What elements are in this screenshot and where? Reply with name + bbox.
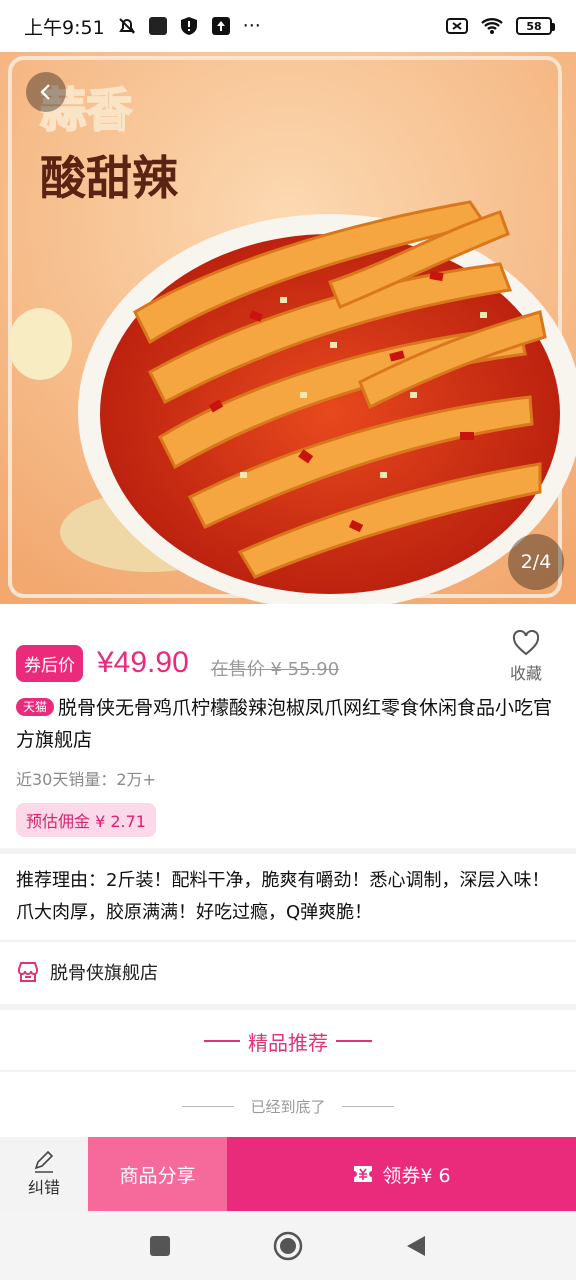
report-error-button[interactable]: 纠错	[0, 1137, 88, 1211]
report-label: 纠错	[27, 1178, 60, 1197]
coupon-price-tag: 券后价	[16, 644, 83, 682]
battery-icon: 58	[516, 17, 555, 35]
shield-icon	[180, 17, 197, 35]
status-bar: 上午9:51 ··· 58	[0, 0, 576, 52]
coupon-label: 领券¥ 6	[382, 1164, 451, 1187]
mute-icon	[118, 18, 135, 34]
nav-back-icon[interactable]	[405, 1234, 427, 1258]
status-left: 上午9:51 ···	[24, 13, 261, 40]
favorite-label: 收藏	[509, 664, 542, 683]
section-title-text: 精品推荐	[248, 1030, 328, 1055]
bottom-action-bar: 纠错 商品分享 领券¥ 6	[0, 1137, 576, 1211]
end-line	[341, 1106, 394, 1107]
status-time: 上午9:51	[24, 16, 105, 39]
get-coupon-button[interactable]: 领券¥ 6	[227, 1137, 576, 1211]
favorite-button[interactable]: 收藏	[506, 630, 546, 684]
end-line	[182, 1106, 235, 1107]
price-row: 券后价 ¥49.90 在售价 ¥ 55.90 收藏	[16, 630, 560, 686]
product-image: 蒜香 酸甜辣	[0, 52, 576, 604]
share-product-button[interactable]: 商品分享	[88, 1137, 227, 1211]
recommend-section-title: 精品推荐	[0, 1012, 576, 1072]
product-title: 天猫 脱骨侠无骨鸡爪柠檬酸辣泡椒凤爪网红零食休闲食品小吃官方旗舰店	[16, 692, 556, 756]
divider	[0, 848, 576, 854]
shop-entry[interactable]: 脱骨侠旗舰店	[0, 940, 576, 1002]
shop-name: 脱骨侠旗舰店	[50, 963, 158, 984]
heart-icon	[512, 630, 540, 656]
status-right: 58	[446, 16, 555, 36]
wifi-icon	[481, 18, 503, 34]
system-nav-bar	[0, 1211, 576, 1280]
nav-square-icon[interactable]	[149, 1235, 171, 1257]
commission-badge: 预估佣金 ¥ 2.71	[16, 803, 156, 837]
pencil-icon	[34, 1150, 54, 1173]
status-more: ···	[242, 15, 261, 37]
original-price: 在售价 ¥ 55.90	[210, 659, 340, 680]
back-icon	[40, 84, 50, 100]
back-button[interactable]	[26, 72, 66, 112]
end-of-list: 已经到底了	[0, 1096, 576, 1117]
share-label: 商品分享	[119, 1164, 196, 1187]
title-line	[336, 1040, 372, 1042]
end-text: 已经到底了	[250, 1098, 326, 1116]
coupon-icon	[354, 1166, 373, 1182]
title-line	[204, 1040, 240, 1042]
hero-headline-2: 酸甜辣	[40, 151, 179, 205]
upload-icon	[211, 17, 230, 35]
store-icon	[18, 962, 38, 982]
recommendation-reason: 推荐理由：2斤装！配料干净，脆爽有嚼劲！悉心调制，深层入味！爪大肉厚，胶原满满！…	[16, 870, 550, 923]
sales-volume: 近30天销量：2万+	[16, 770, 156, 789]
sim-icon	[446, 18, 468, 34]
product-title-text: 脱骨侠无骨鸡爪柠檬酸辣泡椒凤爪网红零食休闲食品小吃官方旗舰店	[16, 697, 553, 751]
app-icon	[148, 17, 167, 35]
divider	[0, 1004, 576, 1010]
current-price: ¥49.90	[97, 646, 189, 679]
platform-tag: 天猫	[16, 698, 55, 716]
nav-home-icon[interactable]	[273, 1231, 303, 1261]
image-page-indicator: 2/4	[508, 534, 564, 590]
product-image-carousel[interactable]: 蒜香 酸甜辣	[0, 52, 576, 604]
